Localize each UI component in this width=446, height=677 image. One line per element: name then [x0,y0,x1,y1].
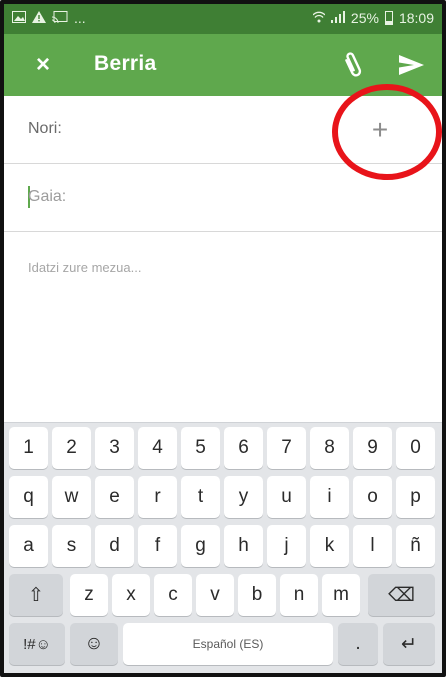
status-right: 25% 18:09 [312,10,434,26]
key-g[interactable]: g [181,525,220,567]
keyboard-row-bottom: !#☺ ☺ Español (ES) . ↵ [4,623,442,667]
status-left: ... [12,10,86,26]
send-button[interactable] [394,48,428,82]
enter-icon: ↵ [401,633,417,655]
status-bar: ... 25% 18:09 [4,4,442,34]
key-e[interactable]: e [95,476,134,518]
close-button[interactable]: × [26,48,60,82]
key-z[interactable]: z [70,574,108,616]
key-x[interactable]: x [112,574,150,616]
key-m[interactable]: m [322,574,360,616]
key-w[interactable]: w [52,476,91,518]
key-h[interactable]: h [224,525,263,567]
key-r[interactable]: r [138,476,177,518]
key-k[interactable]: k [310,525,349,567]
signal-icon [330,10,345,26]
send-icon [399,55,424,75]
key-8[interactable]: 8 [310,427,349,469]
wifi-icon [312,10,326,26]
status-ellipsis: ... [74,10,86,26]
backspace-icon: ⌫ [388,584,415,606]
to-field[interactable]: Nori: + [4,96,442,164]
key-s[interactable]: s [52,525,91,567]
backspace-key[interactable]: ⌫ [368,574,435,616]
message-placeholder: Idatzi zure mezua... [28,260,142,275]
key-v[interactable]: v [196,574,234,616]
clock: 18:09 [398,10,434,26]
subject-field[interactable]: Gaia: [4,164,442,232]
key-b[interactable]: b [238,574,276,616]
keyboard-row-1: q w e r t y u i o p [4,476,442,520]
key-i[interactable]: i [310,476,349,518]
key-q[interactable]: q [9,476,48,518]
phone-screen: ... 25% 18:09 × Berria Nori: + Gaia: Ida… [0,0,446,677]
emoji-key[interactable]: ☺ [70,623,118,665]
keyboard-row-numbers: 1 2 3 4 5 6 7 8 9 0 [4,427,442,471]
message-body-input[interactable]: Idatzi zure mezua... [4,232,442,422]
page-title: Berria [94,52,157,75]
shift-icon: ⇧ [28,584,44,606]
cast-icon [51,10,68,26]
attach-button[interactable] [336,48,370,82]
to-label: Nori: [28,120,62,137]
soft-keyboard: 1 2 3 4 5 6 7 8 9 0 q w e r t y u i o p … [4,422,442,673]
battery-fill [385,21,392,24]
key-4[interactable]: 4 [138,427,177,469]
key-n-tilde[interactable]: ñ [396,525,435,567]
battery-percent: 25% [350,10,379,26]
add-recipient-button[interactable]: + [362,112,398,148]
key-o[interactable]: o [353,476,392,518]
enter-key[interactable]: ↵ [383,623,435,665]
key-n[interactable]: n [280,574,318,616]
symbols-key[interactable]: !#☺ [9,623,65,665]
keyboard-row-3: ⇧ z x c v b n m ⌫ [4,574,442,618]
battery-icon [384,11,393,25]
key-j[interactable]: j [267,525,306,567]
keyboard-row-2: a s d f g h j k l ñ [4,525,442,569]
key-1[interactable]: 1 [9,427,48,469]
subject-placeholder: Gaia: [28,188,67,205]
key-u[interactable]: u [267,476,306,518]
key-3[interactable]: 3 [95,427,134,469]
alert-icon [32,10,46,26]
shift-key[interactable]: ⇧ [9,574,63,616]
key-d[interactable]: d [95,525,134,567]
key-7[interactable]: 7 [267,427,306,469]
key-6[interactable]: 6 [224,427,263,469]
key-y[interactable]: y [224,476,263,518]
app-bar: × Berria [4,34,442,96]
key-2[interactable]: 2 [52,427,91,469]
key-0[interactable]: 0 [396,427,435,469]
close-icon: × [35,51,50,78]
paperclip-icon [345,52,362,77]
key-a[interactable]: a [9,525,48,567]
key-9[interactable]: 9 [353,427,392,469]
space-key[interactable]: Español (ES) [123,623,333,665]
key-p[interactable]: p [396,476,435,518]
image-icon [12,10,26,26]
key-c[interactable]: c [154,574,192,616]
key-l[interactable]: l [353,525,392,567]
key-t[interactable]: t [181,476,220,518]
emoji-icon: ☺ [84,633,104,654]
key-f[interactable]: f [138,525,177,567]
period-key[interactable]: . [338,623,378,665]
key-5[interactable]: 5 [181,427,220,469]
